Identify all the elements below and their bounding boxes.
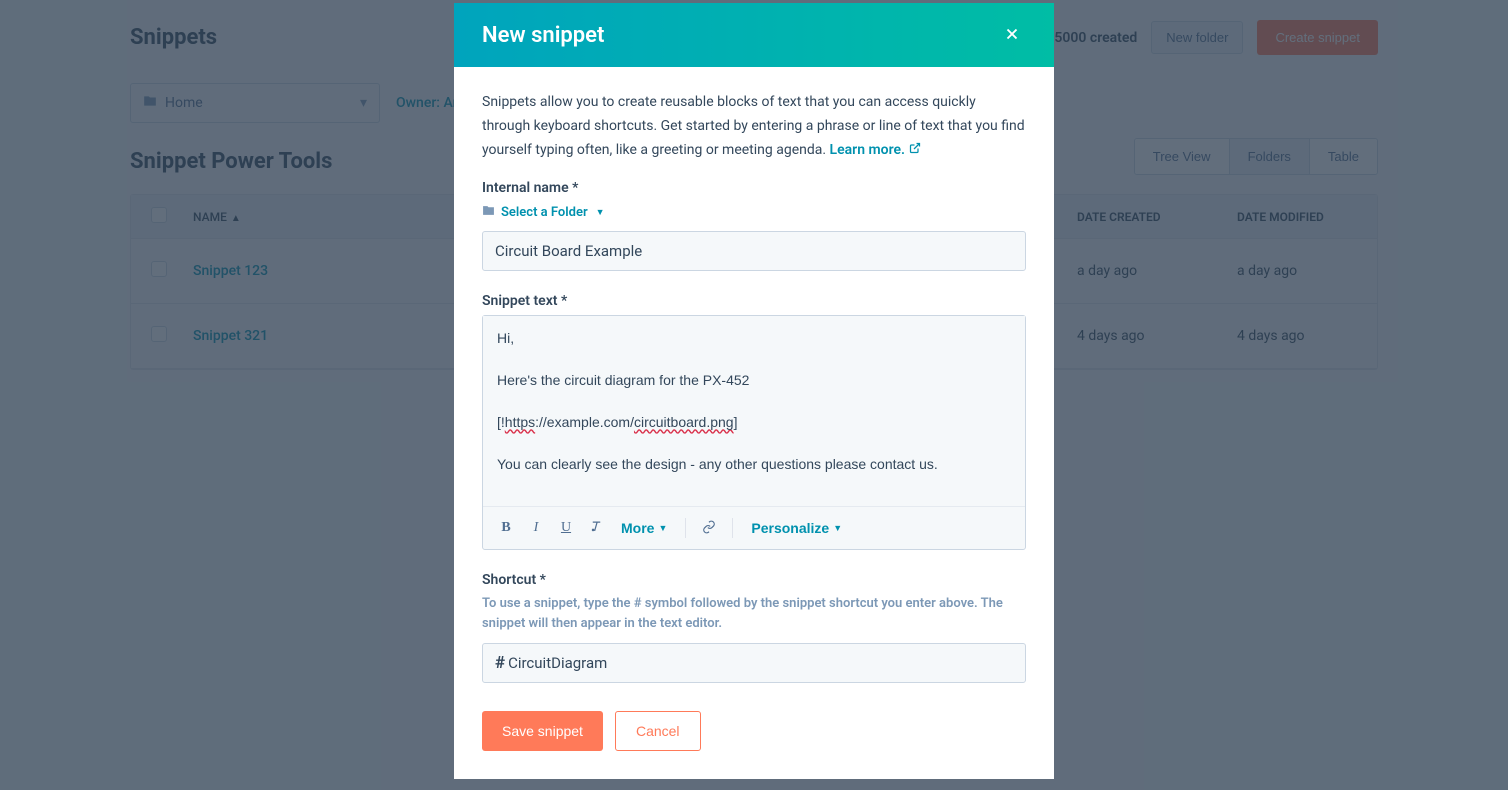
italic-button[interactable]: I: [523, 515, 549, 541]
more-dropdown[interactable]: More ▼: [613, 520, 675, 536]
shortcut-field: Shortcut * To use a snippet, type the # …: [482, 572, 1026, 683]
rich-text-editor: Hi, Here's the circuit diagram for the P…: [482, 315, 1026, 550]
editor-toolbar: B I U More ▼: [483, 506, 1025, 549]
internal-name-field: Internal name * Select a Folder ▼: [482, 180, 1026, 271]
toolbar-divider: [685, 518, 686, 538]
chevron-down-icon: ▼: [596, 207, 605, 218]
save-snippet-button[interactable]: Save snippet: [482, 711, 603, 751]
chevron-down-icon: ▼: [658, 523, 667, 533]
link-icon: [702, 520, 716, 537]
modal-description: Snippets allow you to create reusable bl…: [482, 91, 1026, 162]
shortcut-input[interactable]: [508, 644, 1013, 682]
link-button[interactable]: [696, 515, 722, 541]
bold-button[interactable]: B: [493, 515, 519, 541]
new-snippet-modal: New snippet Snippets allow you to create…: [454, 3, 1054, 779]
folder-icon: [482, 204, 495, 221]
chevron-down-icon: ▼: [833, 523, 842, 533]
clear-format-button[interactable]: [583, 515, 609, 541]
snippet-text-field: Snippet text * Hi, Here's the circuit di…: [482, 293, 1026, 550]
modal-header: New snippet: [454, 3, 1054, 67]
modal-body: Snippets allow you to create reusable bl…: [454, 67, 1054, 779]
select-folder-dropdown[interactable]: Select a Folder ▼: [482, 204, 605, 221]
shortcut-label: Shortcut *: [482, 572, 1026, 588]
underline-button[interactable]: U: [553, 515, 579, 541]
modal-footer: Save snippet Cancel: [482, 711, 1026, 751]
modal-title: New snippet: [482, 23, 604, 48]
internal-name-label: Internal name *: [482, 180, 1026, 196]
external-link-icon: [909, 139, 921, 163]
shortcut-help-text: To use a snippet, type the # symbol foll…: [482, 594, 1026, 633]
hash-prefix: #: [495, 653, 505, 673]
personalize-dropdown[interactable]: Personalize ▼: [743, 520, 850, 536]
internal-name-input[interactable]: [482, 231, 1026, 271]
editor-content[interactable]: Hi, Here's the circuit diagram for the P…: [483, 316, 1025, 506]
toolbar-divider: [732, 518, 733, 538]
clear-format-icon: [589, 519, 604, 537]
cancel-button[interactable]: Cancel: [615, 711, 701, 751]
shortcut-input-wrap: #: [482, 643, 1026, 683]
close-icon: [1003, 25, 1021, 46]
snippet-text-label: Snippet text *: [482, 293, 1026, 309]
learn-more-link[interactable]: Learn more.: [830, 139, 921, 163]
close-button[interactable]: [998, 21, 1026, 49]
modal-overlay: New snippet Snippets allow you to create…: [0, 0, 1508, 790]
